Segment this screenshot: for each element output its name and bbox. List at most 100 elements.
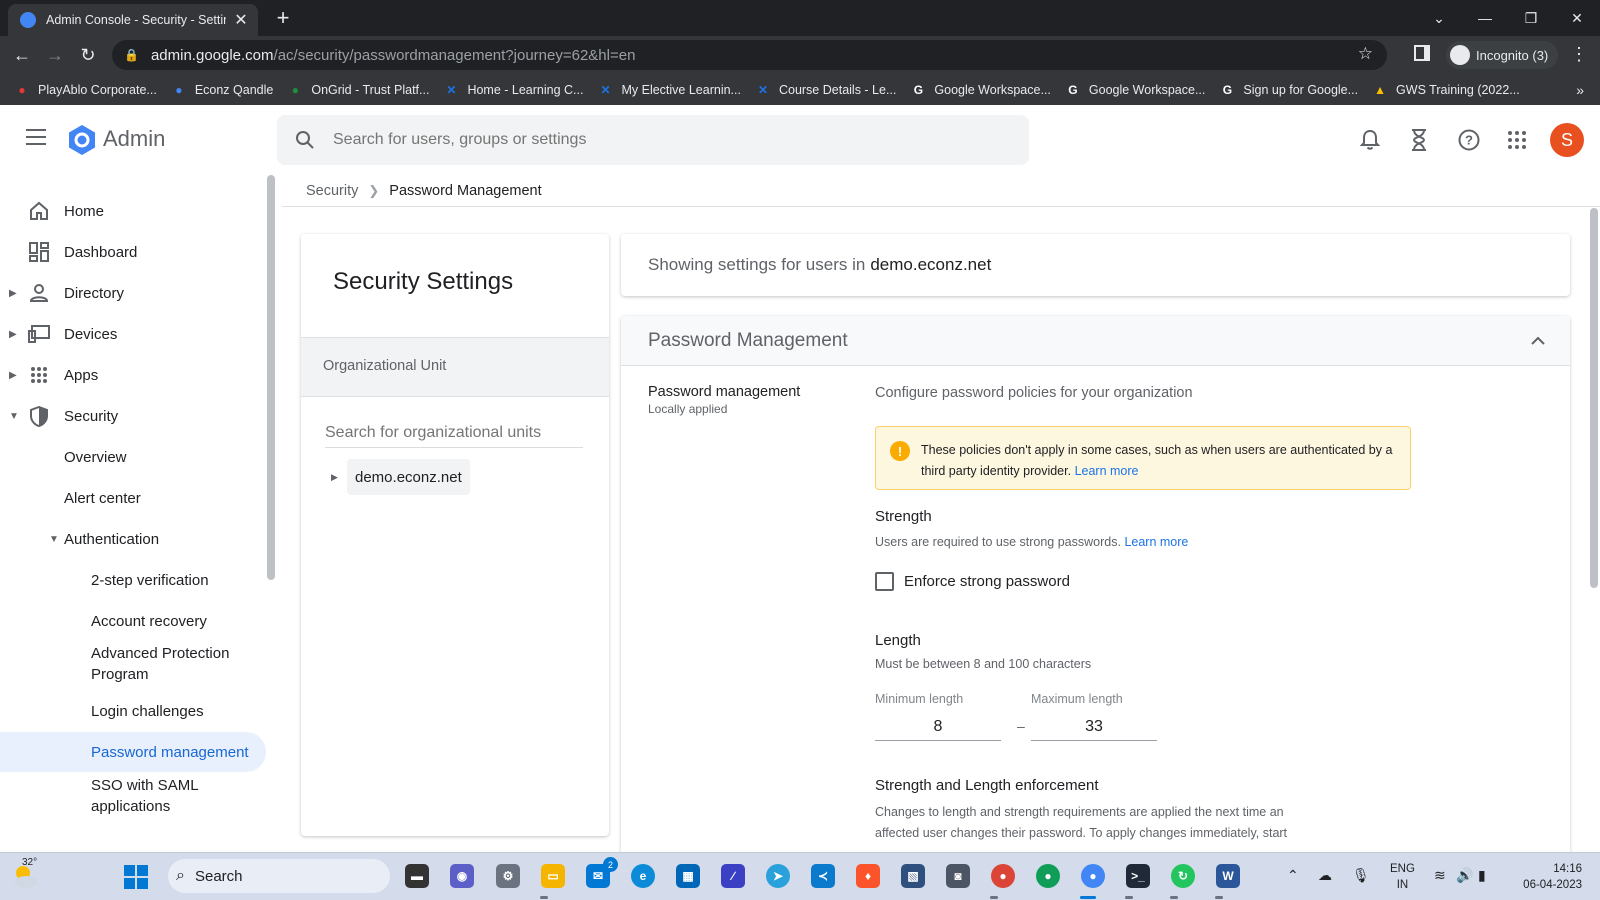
admin-search-input[interactable] [333, 131, 933, 149]
org-unit-search-input[interactable] [325, 418, 583, 448]
card-header[interactable]: Password Management [621, 316, 1570, 366]
omnibox[interactable]: 🔒 admin.google.com/ac/security/passwordm… [112, 40, 1387, 70]
org-unit-root[interactable]: demo.econz.net [347, 459, 470, 495]
admin-logo-icon[interactable] [66, 124, 98, 156]
brave-browser-icon[interactable]: ♦ [856, 864, 880, 888]
sync-app-icon[interactable]: ↻ [1171, 864, 1195, 888]
max-length-input[interactable] [1031, 713, 1157, 741]
volume-icon[interactable]: 🔊 [1456, 867, 1473, 884]
expand-arrow-icon[interactable]: ▶ [9, 329, 17, 340]
nav-item-password-management[interactable]: Password management [0, 732, 266, 772]
lock-icon[interactable]: 🔒 [124, 48, 139, 62]
minimize-icon[interactable]: — [1462, 10, 1508, 26]
bookmark-item[interactable]: G Google Workspace... [910, 82, 1051, 98]
min-length-input[interactable] [875, 713, 1001, 741]
content-scrollbar[interactable] [1590, 208, 1598, 588]
nav-item-overview[interactable]: Overview [0, 437, 266, 477]
nav-item-directory[interactable]: ▶ Directory [0, 273, 266, 313]
nav-item-devices[interactable]: ▶ Devices [0, 314, 266, 354]
camera-icon[interactable]: ◙ [946, 864, 970, 888]
wifi-icon[interactable]: ≋ [1434, 867, 1446, 884]
bookmark-item[interactable]: ✕ My Elective Learnin... [597, 82, 741, 98]
help-icon[interactable]: ? [1456, 127, 1482, 153]
windows-start-icon[interactable] [124, 865, 148, 889]
admin-search[interactable] [277, 115, 1029, 165]
apps-grid-icon[interactable] [1504, 127, 1530, 153]
expand-org-icon[interactable]: ▶ [331, 472, 338, 483]
nav-item-account-recovery[interactable]: Account recovery [0, 601, 266, 641]
nav-item-apps[interactable]: ▶ Apps [0, 355, 266, 395]
collapse-arrow-icon[interactable]: ▼ [49, 534, 59, 545]
chrome-menu-icon[interactable]: ⋮ [1570, 44, 1588, 65]
tasks-hourglass-icon[interactable] [1406, 127, 1432, 153]
close-window-icon[interactable]: ✕ [1554, 10, 1600, 27]
file-explorer-icon[interactable]: ▭ [541, 864, 565, 888]
nav-item-authentication[interactable]: ▼ Authentication [0, 519, 266, 559]
main-menu-icon[interactable] [26, 129, 46, 150]
tab-close-icon[interactable]: ✕ [232, 10, 250, 30]
nav-scrollbar[interactable] [267, 175, 275, 580]
taskbar-search[interactable]: ⌕ Search [168, 859, 390, 893]
bookmark-item[interactable]: G Sign up for Google... [1219, 82, 1358, 98]
bookmark-item[interactable]: ✕ Home - Learning C... [443, 82, 583, 98]
bookmark-item[interactable]: ● OnGrid - Trust Platf... [287, 82, 430, 98]
pen-app-icon[interactable]: ∕ [721, 864, 745, 888]
bookmark-item[interactable]: ▲ GWS Training (2022... [1372, 82, 1520, 98]
new-tab-button[interactable]: + [270, 5, 296, 31]
telegram-icon[interactable]: ➤ [766, 864, 790, 888]
expand-arrow-icon[interactable]: ▶ [9, 288, 17, 299]
microphone-icon[interactable]: 🎙 [1352, 867, 1370, 884]
collapse-arrow-icon[interactable]: ▼ [9, 411, 19, 422]
enforce-strong-password-row[interactable]: Enforce strong password [875, 572, 1070, 591]
browser-tab[interactable]: Admin Console - Security - Settin ✕ [8, 4, 258, 36]
side-panel-icon[interactable] [1414, 45, 1430, 61]
enforce-strong-password-label[interactable]: Enforce strong password [904, 573, 1070, 590]
chrome-profile-icon[interactable]: ● [1036, 864, 1060, 888]
reload-icon[interactable]: ↻ [76, 44, 100, 66]
forward-icon[interactable]: → [43, 44, 67, 66]
bookmark-star-icon[interactable]: ☆ [1358, 44, 1373, 64]
terminal-icon[interactable]: >_ [1126, 864, 1150, 888]
nav-item-security[interactable]: ▼ Security [0, 396, 266, 436]
nav-item-alert-center[interactable]: Alert center [0, 478, 266, 518]
bookmarks-overflow-icon[interactable]: » [1576, 82, 1584, 98]
incognito-profile-button[interactable]: Incognito (3) [1446, 41, 1559, 69]
nav-item-login-challenges[interactable]: Login challenges [0, 691, 266, 731]
bookmark-item[interactable]: ● PlayAblo Corporate... [14, 82, 156, 98]
notice-learn-more-link[interactable]: Learn more [1075, 464, 1139, 478]
nav-item-sso-saml[interactable]: SSO with SAML applications [0, 774, 266, 818]
system-clock[interactable]: 14:16 06-04-2023 [1510, 861, 1582, 893]
breadcrumb-security-link[interactable]: Security [306, 183, 358, 199]
tab-search-icon[interactable]: ⌄ [1416, 10, 1462, 27]
bookmark-item[interactable]: G Google Workspace... [1065, 82, 1205, 98]
teams-chat-icon[interactable]: ◉ [450, 864, 474, 888]
nav-item-advanced-protection[interactable]: Advanced Protection Program [0, 642, 266, 686]
word-icon[interactable]: W [1216, 864, 1240, 888]
chrome-active-icon[interactable]: ● [1081, 864, 1105, 888]
nav-item-2-step-verification[interactable]: 2-step verification [0, 560, 266, 600]
enforce-strong-password-checkbox[interactable] [875, 572, 894, 591]
onedrive-icon[interactable]: ☁ [1318, 867, 1332, 884]
back-icon[interactable]: ← [10, 44, 34, 66]
edge-browser-icon[interactable]: e [631, 864, 655, 888]
chrome-icon[interactable]: ● [991, 864, 1015, 888]
chevron-up-icon[interactable] [1528, 331, 1548, 351]
expand-arrow-icon[interactable]: ▶ [9, 370, 17, 381]
battery-icon[interactable]: ▮ [1478, 867, 1486, 884]
taskbar-app-icon[interactable]: ▬ [405, 864, 429, 888]
bookmark-item[interactable]: ✕ Course Details - Le... [755, 82, 896, 98]
bookmark-item[interactable]: ● Econz Qandle [171, 82, 273, 98]
account-avatar[interactable]: S [1550, 123, 1584, 157]
language-indicator[interactable]: ENG IN [1390, 861, 1415, 893]
tray-overflow-icon[interactable]: ⌃ [1287, 867, 1299, 884]
strength-learn-more-link[interactable]: Learn more [1124, 535, 1188, 549]
app-name[interactable]: Admin [103, 126, 165, 152]
restore-icon[interactable]: ❐ [1508, 10, 1554, 27]
nav-item-home[interactable]: Home [0, 191, 266, 231]
notifications-icon[interactable] [1357, 127, 1383, 153]
nav-item-dashboard[interactable]: Dashboard [0, 232, 266, 272]
settings-gear-icon[interactable]: ⚙ [496, 864, 520, 888]
vscode-icon[interactable]: ≺ [811, 864, 835, 888]
app-icon[interactable]: ▧ [901, 864, 925, 888]
microsoft-store-icon[interactable]: ▦ [676, 864, 700, 888]
